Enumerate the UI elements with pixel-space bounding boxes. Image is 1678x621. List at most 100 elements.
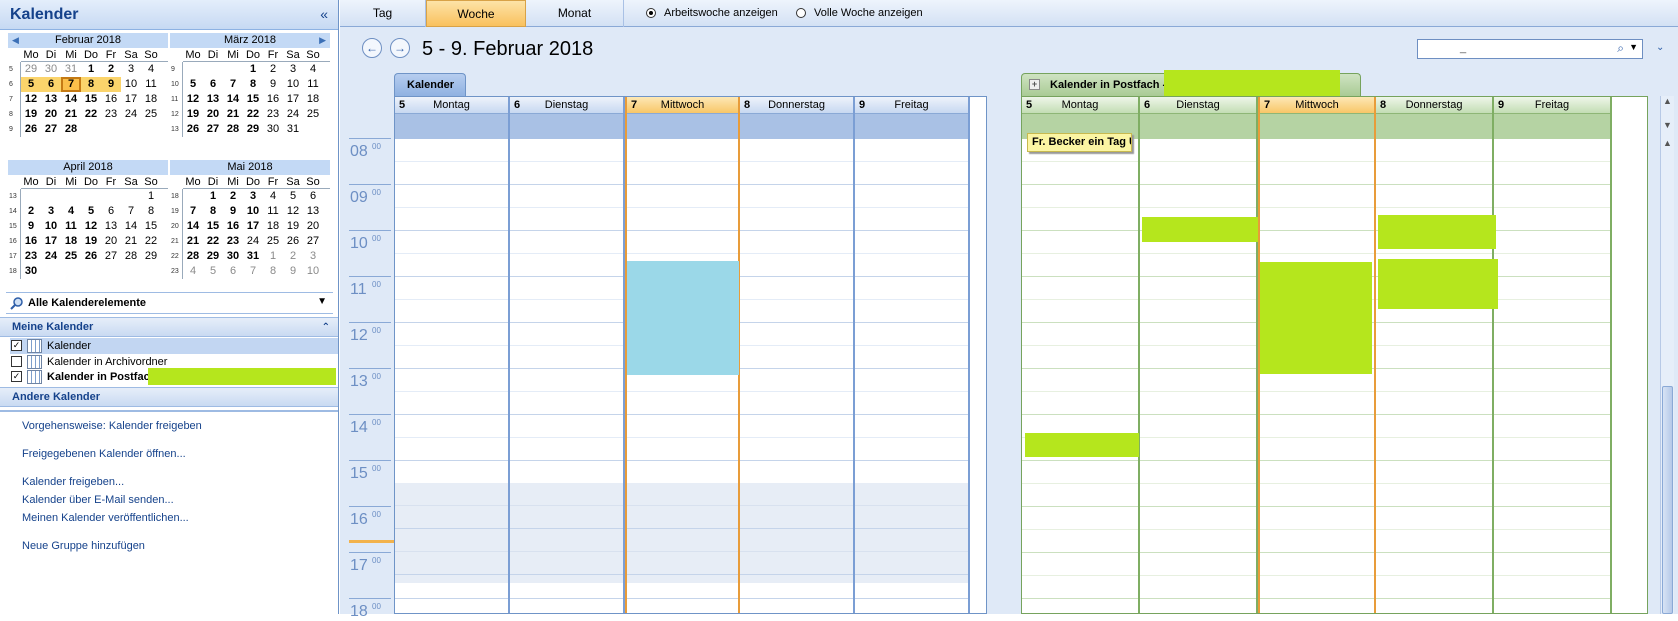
all-day-area[interactable] — [510, 114, 623, 139]
time-slots[interactable] — [627, 139, 738, 613]
mini-day[interactable]: 19 — [21, 107, 41, 122]
mini-day[interactable]: 9 — [283, 264, 303, 279]
mini-day[interactable]: 26 — [183, 122, 203, 137]
mini-day[interactable]: 5 — [21, 77, 41, 92]
scroll-up-icon[interactable]: ▲ — [1663, 138, 1672, 148]
mini-day[interactable]: 14 — [121, 219, 141, 234]
mini-day[interactable]: 6 — [41, 77, 61, 92]
mini-day[interactable]: 15 — [203, 219, 223, 234]
mini-day[interactable]: 1 — [81, 62, 101, 77]
redacted-appointment[interactable] — [1142, 217, 1258, 242]
mini-day[interactable]: 14 — [223, 92, 243, 107]
mini-day[interactable]: 5 — [183, 77, 203, 92]
mini-day[interactable]: 4 — [303, 62, 323, 77]
mini-day[interactable]: 31 — [283, 122, 303, 137]
week-number[interactable]: 21 — [170, 234, 183, 249]
week-number[interactable]: 7 — [8, 92, 21, 107]
mini-day[interactable]: 21 — [121, 234, 141, 249]
all-day-area[interactable] — [1260, 114, 1374, 139]
mini-day[interactable]: 29 — [243, 122, 263, 137]
mini-day[interactable]: 12 — [283, 204, 303, 219]
day-header[interactable]: Donnerstag 8 — [740, 97, 853, 114]
day-column-montag[interactable]: Montag 5 — [1022, 97, 1140, 613]
all-day-area[interactable] — [1376, 114, 1492, 139]
search-icon[interactable]: ⌕ — [1617, 41, 1624, 56]
mini-day[interactable]: 13 — [303, 204, 323, 219]
day-column-montag[interactable]: Montag 5 — [395, 97, 510, 613]
mini-day[interactable]: 24 — [243, 234, 263, 249]
previous-month-icon[interactable]: ◀ — [12, 33, 19, 48]
mini-day[interactable]: 9 — [101, 77, 121, 92]
mini-day[interactable]: 20 — [41, 107, 61, 122]
mini-day[interactable]: 27 — [101, 249, 121, 264]
mini-day[interactable]: 9 — [263, 77, 283, 92]
appointment-becker[interactable]: Fr. Becker ein Tag Ur — [1027, 133, 1132, 152]
week-number[interactable]: 20 — [170, 219, 183, 234]
scroll-down-icon[interactable]: ▼ — [1663, 120, 1672, 130]
mini-day[interactable]: 7 — [121, 204, 141, 219]
day-header[interactable]: Dienstag 6 — [510, 97, 623, 114]
all-day-area[interactable] — [1494, 114, 1610, 139]
mini-day[interactable]: 8 — [243, 77, 263, 92]
time-slots[interactable] — [510, 139, 623, 613]
mini-day[interactable]: 15 — [243, 92, 263, 107]
week-number[interactable]: 12 — [170, 107, 183, 122]
mini-day[interactable]: 17 — [243, 219, 263, 234]
mini-day[interactable]: 6 — [203, 77, 223, 92]
mini-day[interactable]: 19 — [283, 219, 303, 234]
radio-workweek[interactable] — [646, 8, 656, 18]
mini-day[interactable]: 11 — [263, 204, 283, 219]
all-day-area[interactable] — [740, 114, 853, 139]
tab-day[interactable]: Tag — [340, 0, 426, 27]
chevron-down-icon[interactable]: ▼ — [317, 296, 327, 307]
expand-search-icon[interactable]: ⌄ — [1656, 42, 1664, 53]
time-slots[interactable] — [1494, 139, 1610, 613]
non-working-hours[interactable] — [740, 483, 853, 583]
week-number[interactable]: 22 — [170, 249, 183, 264]
week-number[interactable]: 8 — [8, 107, 21, 122]
next-week-button[interactable]: → — [390, 38, 410, 58]
week-number[interactable]: 6 — [8, 77, 21, 92]
mini-day[interactable]: 2 — [283, 249, 303, 264]
mini-day[interactable]: 28 — [121, 249, 141, 264]
all-day-area[interactable] — [627, 114, 738, 139]
mini-day[interactable]: 24 — [283, 107, 303, 122]
mini-day[interactable]: 25 — [141, 107, 161, 122]
mini-day[interactable]: 22 — [203, 234, 223, 249]
time-slots[interactable] — [740, 139, 853, 613]
mini-day[interactable]: 17 — [121, 92, 141, 107]
calendar-filter-dropdown[interactable]: Alle Kalenderelemente ▼ — [6, 292, 333, 314]
previous-week-button[interactable]: ← — [362, 38, 382, 58]
day-column-donnerstag[interactable]: Donnerstag 8 — [1376, 97, 1494, 613]
mini-day[interactable]: 20 — [101, 234, 121, 249]
mini-day[interactable]: 16 — [21, 234, 41, 249]
week-number[interactable]: 13 — [170, 122, 183, 137]
mini-day[interactable]: 18 — [303, 92, 323, 107]
mini-day[interactable]: 18 — [263, 219, 283, 234]
mini-day[interactable]: 28 — [183, 249, 203, 264]
mini-day[interactable]: 31 — [61, 62, 81, 77]
mini-day[interactable]: 3 — [303, 249, 323, 264]
mini-day[interactable]: 23 — [223, 234, 243, 249]
link-publish[interactable]: Meinen Kalender veröffentlichen... — [22, 512, 189, 524]
vertical-scrollbar[interactable]: ▲ ▼ ▲ — [1660, 96, 1674, 614]
calendar-checkbox-kalender[interactable]: ✓ — [11, 340, 22, 351]
mini-day[interactable]: 23 — [21, 249, 41, 264]
tab-week[interactable]: Woche — [426, 0, 526, 27]
mini-day[interactable]: 12 — [21, 92, 41, 107]
radio-workweek-label[interactable]: Arbeitswoche anzeigen — [664, 7, 778, 19]
day-header[interactable]: Mittwoch 7 — [627, 97, 738, 114]
mini-day[interactable]: 25 — [303, 107, 323, 122]
mini-day[interactable]: 7 — [183, 204, 203, 219]
day-header[interactable]: Mittwoch 7 — [1260, 97, 1374, 114]
mini-day[interactable]: 17 — [283, 92, 303, 107]
mini-day[interactable]: 6 — [303, 189, 323, 204]
non-working-hours[interactable] — [855, 483, 968, 583]
mini-day[interactable]: 9 — [21, 219, 41, 234]
mini-day[interactable]: 12 — [81, 219, 101, 234]
mini-day[interactable]: 16 — [263, 92, 283, 107]
day-header[interactable]: Dienstag 6 — [1140, 97, 1256, 114]
redacted-appointment[interactable] — [1025, 433, 1139, 457]
mini-day[interactable]: 27 — [41, 122, 61, 137]
mini-day[interactable]: 10 — [283, 77, 303, 92]
